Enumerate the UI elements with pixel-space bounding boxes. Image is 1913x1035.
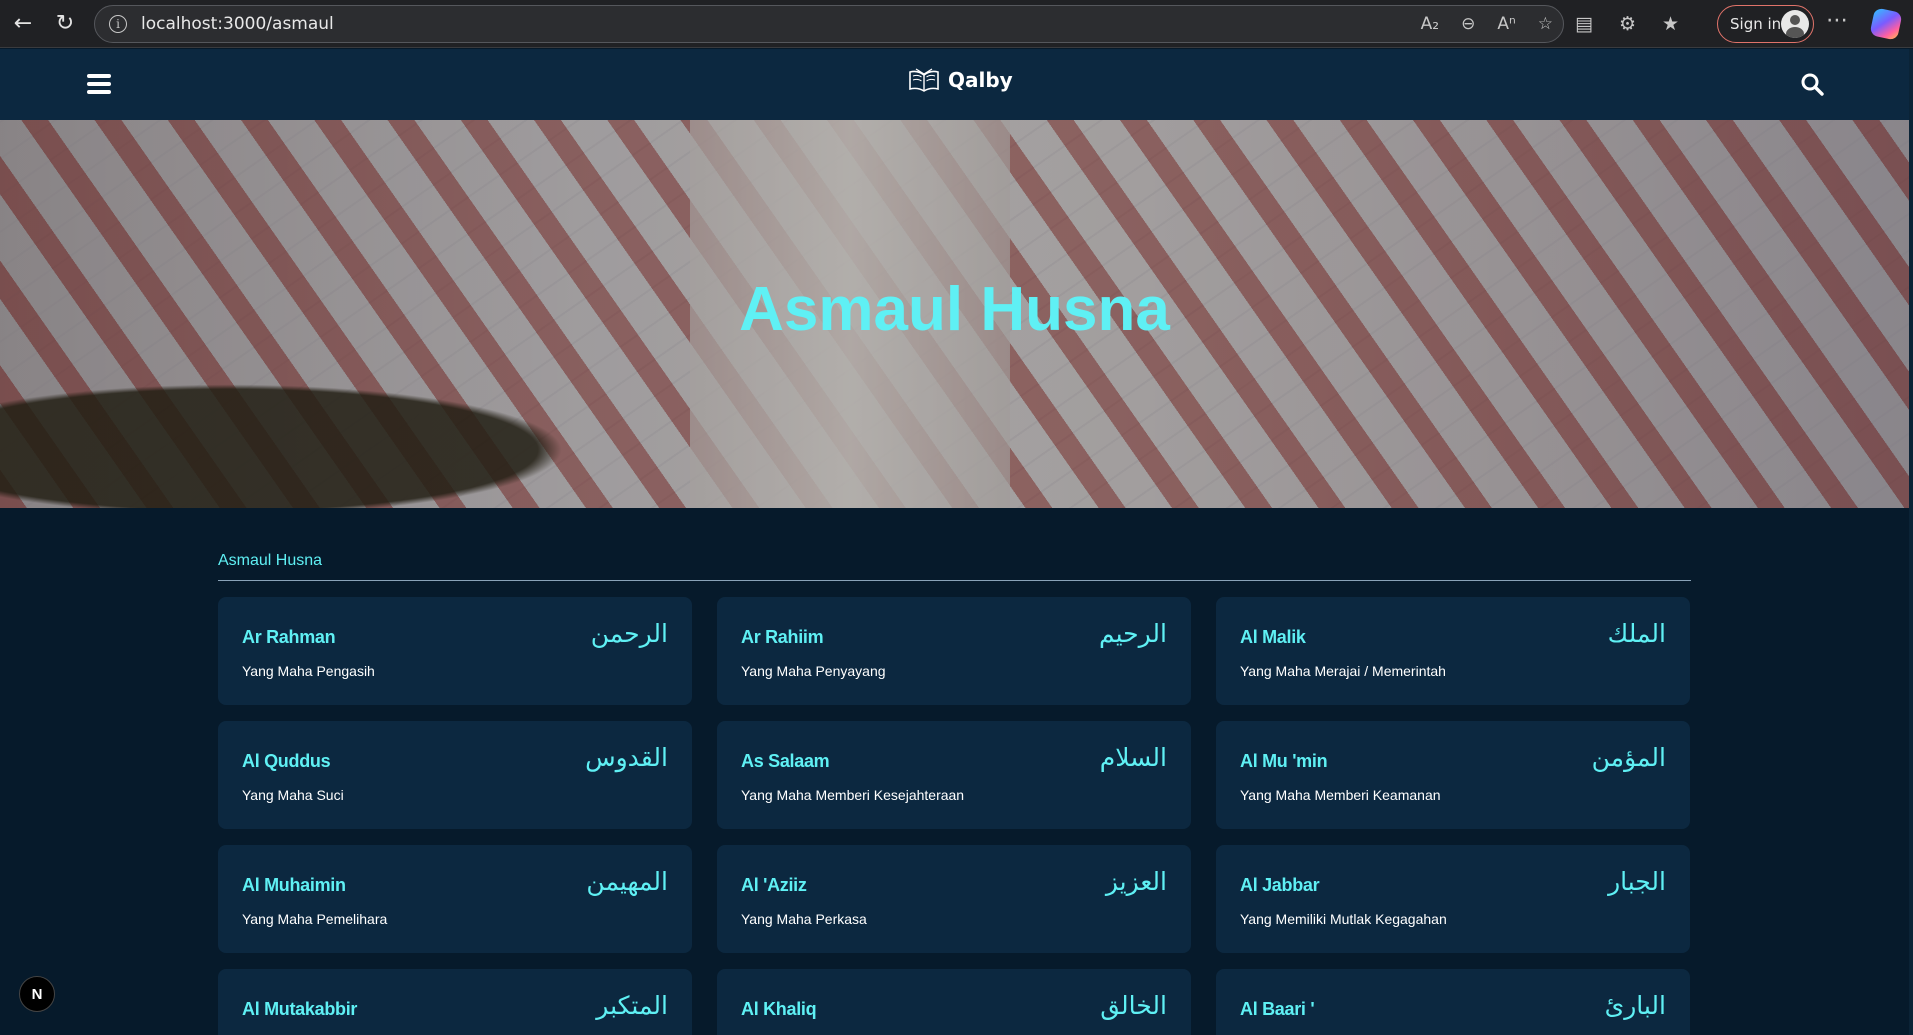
name-arabic: الملك (1607, 619, 1666, 648)
name-latin: Al Baari ' (1240, 999, 1315, 1019)
name-meaning: Yang Maha Penyayang (741, 663, 886, 679)
name-meaning: Yang Memiliki Mutlak Kegagahan (1240, 911, 1447, 927)
section-label: Asmaul Husna (218, 552, 323, 569)
name-card[interactable]: Ar Rahiim الرحيم Yang Maha Penyayang (717, 597, 1191, 705)
name-card[interactable]: Al Mu 'min المؤمن Yang Maha Memberi Keam… (1216, 721, 1690, 829)
name-latin: Al Malik (1240, 627, 1306, 647)
name-meaning: Yang Maha Suci (242, 787, 344, 803)
copilot-icon[interactable] (1869, 7, 1903, 41)
favorite-star-icon[interactable]: ☆ (1538, 14, 1553, 34)
name-latin: As Salaam (741, 751, 830, 771)
names-grid: Ar Rahman الرحمن Yang Maha Pengasih Ar R… (218, 597, 1691, 1035)
name-arabic: المؤمن (1591, 743, 1666, 772)
name-arabic: الرحيم (1099, 619, 1167, 648)
name-latin: Ar Rahman (242, 627, 336, 647)
page-scrollbar[interactable] (1909, 49, 1913, 1035)
read-aloud-icon[interactable]: Aⁿ (1497, 14, 1515, 34)
search-icon[interactable] (1800, 72, 1824, 96)
menu-icon[interactable] (87, 74, 111, 94)
name-latin: Al 'Aziiz (741, 875, 807, 895)
name-latin: Al Khaliq (741, 999, 817, 1019)
site-info-icon[interactable]: i (109, 15, 127, 33)
name-arabic: الجبار (1608, 867, 1666, 896)
name-card[interactable]: Al Muhaimin المهيمن Yang Maha Pemelihara (218, 845, 692, 953)
name-card[interactable]: Al Baari ' البارئ (1216, 969, 1690, 1035)
name-arabic: العزيز (1105, 867, 1167, 896)
name-arabic: البارئ (1604, 991, 1666, 1020)
name-latin: Al Muhaimin (242, 875, 346, 895)
name-card[interactable]: Al Khaliq الخالق (717, 969, 1191, 1035)
top-navbar: Qalby (0, 49, 1909, 120)
more-options-icon[interactable]: ⋯ (1826, 8, 1848, 33)
sign-in-button[interactable]: Sign in (1717, 5, 1814, 43)
browser-toolbar: ← ↻ i localhost:3000/asmaul A₂ ⊖ Aⁿ ☆ ▤ … (0, 0, 1913, 48)
name-card[interactable]: Ar Rahman الرحمن Yang Maha Pengasih (218, 597, 692, 705)
profile-avatar-icon (1781, 10, 1809, 38)
name-card[interactable]: Al Malik الملك Yang Maha Merajai / Memer… (1216, 597, 1690, 705)
brand-logo[interactable]: Qalby (908, 67, 1013, 93)
name-meaning: Yang Maha Merajai / Memerintah (1240, 663, 1446, 679)
name-arabic: المتكبر (596, 991, 668, 1020)
name-arabic: المهيمن (586, 867, 668, 896)
name-meaning: Yang Maha Perkasa (741, 911, 867, 927)
reading-view-icon[interactable]: ▤ (1575, 13, 1593, 35)
name-latin: Al Mu 'min (1240, 751, 1328, 771)
name-card[interactable]: Al Quddus القدوس Yang Maha Suci (218, 721, 692, 829)
name-arabic: الرحمن (590, 619, 668, 648)
name-arabic: الخالق (1100, 991, 1167, 1020)
name-meaning: Yang Maha Memberi Kesejahteraan (741, 787, 965, 803)
name-latin: Ar Rahiim (741, 627, 824, 647)
back-icon[interactable]: ← (4, 5, 42, 43)
favorites-icon[interactable]: ★ (1662, 13, 1679, 35)
reload-icon[interactable]: ↻ (46, 5, 84, 43)
quran-book-icon (909, 68, 939, 92)
nextjs-dev-indicator[interactable]: N (19, 976, 55, 1012)
name-card[interactable]: As Salaam السلام Yang Maha Memberi Kesej… (717, 721, 1191, 829)
hero-title: Asmaul Husna (739, 274, 1170, 344)
name-meaning: Yang Maha Pengasih (242, 663, 375, 679)
sign-in-label: Sign in (1730, 15, 1782, 33)
name-arabic: القدوس (585, 743, 668, 772)
zoom-out-icon[interactable]: ⊖ (1461, 14, 1475, 34)
section-divider (218, 580, 1691, 581)
name-arabic: السلام (1099, 743, 1167, 772)
name-latin: Al Mutakabbir (242, 999, 358, 1019)
page-viewport: Qalby Asmaul Husna Asmaul Husna Ar Rahma… (0, 49, 1913, 1035)
extensions-icon[interactable]: ⚙ (1619, 13, 1636, 35)
hero-banner: Asmaul Husna (0, 120, 1909, 508)
address-bar[interactable]: i localhost:3000/asmaul A₂ ⊖ Aⁿ ☆ (94, 5, 1564, 43)
name-meaning: Yang Maha Memberi Keamanan (1240, 787, 1441, 803)
name-latin: Al Quddus (242, 751, 331, 771)
name-card[interactable]: Al 'Aziiz العزيز Yang Maha Perkasa (717, 845, 1191, 953)
brand-name: Qalby (948, 68, 1013, 92)
translate-icon[interactable]: A₂ (1421, 14, 1439, 34)
name-latin: Al Jabbar (1240, 875, 1320, 895)
name-card[interactable]: Al Mutakabbir المتكبر (218, 969, 692, 1035)
name-meaning: Yang Maha Pemelihara (242, 911, 388, 927)
name-card[interactable]: Al Jabbar الجبار Yang Memiliki Mutlak Ke… (1216, 845, 1690, 953)
url-text[interactable]: localhost:3000/asmaul (141, 14, 334, 34)
